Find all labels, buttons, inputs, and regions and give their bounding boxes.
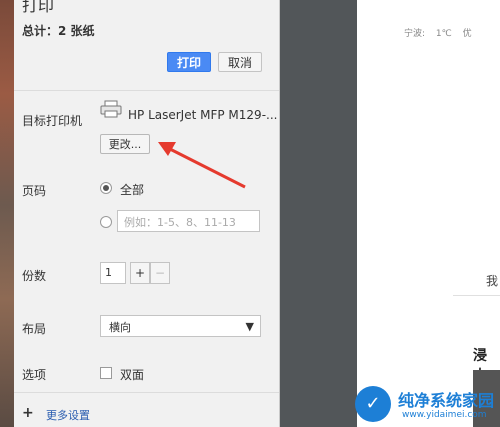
more-settings-link[interactable]: 更多设置 [46, 407, 90, 423]
copies-increase-button[interactable]: + [130, 262, 150, 284]
weather-city: 宁波: [404, 29, 426, 39]
destination-label: 目标打印机 [22, 114, 83, 128]
page-range-input[interactable]: 例如：1-5、8、11-13 [117, 210, 260, 232]
layout-select[interactable]: 横向 ▼ [100, 315, 261, 337]
print-button[interactable]: 打印 [167, 52, 211, 72]
layout-selected-value: 横向 [109, 321, 131, 334]
copies-decrease-button[interactable]: − [150, 262, 170, 284]
printer-name: HP LaserJet MFP M129-... [128, 108, 278, 122]
watermark-name: 纯净系统家园 [398, 391, 495, 410]
layout-label: 布局 [22, 322, 47, 336]
cancel-button[interactable]: 取消 [218, 52, 262, 72]
copies-label: 份数 [22, 269, 47, 283]
duplex-checkbox[interactable] [100, 367, 112, 379]
pages-label: 页码 [22, 184, 47, 198]
divider [14, 90, 279, 91]
watermark-url: www.yidaimei.com [402, 410, 487, 420]
printer-icon [100, 100, 122, 118]
preview-text: 我 [486, 274, 499, 288]
weather-bar: 宁波: 1℃ 优 [404, 26, 480, 39]
background-photo-strip [0, 0, 14, 427]
chevron-down-icon: ▼ [245, 320, 254, 333]
duplex-label: 双面 [120, 368, 145, 382]
preview-divider [453, 295, 500, 296]
pages-range-radio[interactable] [100, 216, 112, 228]
panel-title: 打印 [22, 0, 55, 15]
copies-input[interactable]: 1 [100, 262, 126, 284]
print-preview-page: 宁波: 1℃ 优 我 浸大 [357, 0, 500, 427]
weather-temp: 1℃ [435, 29, 452, 39]
plus-icon[interactable]: + [22, 405, 34, 421]
weather-extra: 优 [462, 29, 472, 39]
change-printer-button[interactable]: 更改... [100, 134, 150, 154]
print-settings-panel: 打印 总计：2 张纸 打印 取消 目标打印机 HP LaserJet MFP M… [14, 0, 280, 427]
pages-all-label: 全部 [120, 183, 145, 197]
options-label: 选项 [22, 368, 47, 382]
total-sheets: 总计：2 张纸 [22, 24, 95, 38]
annotation-arrow [158, 142, 246, 189]
divider [14, 392, 279, 393]
watermark-logo-icon: ✓ [355, 386, 391, 422]
pages-all-radio[interactable] [100, 182, 112, 194]
